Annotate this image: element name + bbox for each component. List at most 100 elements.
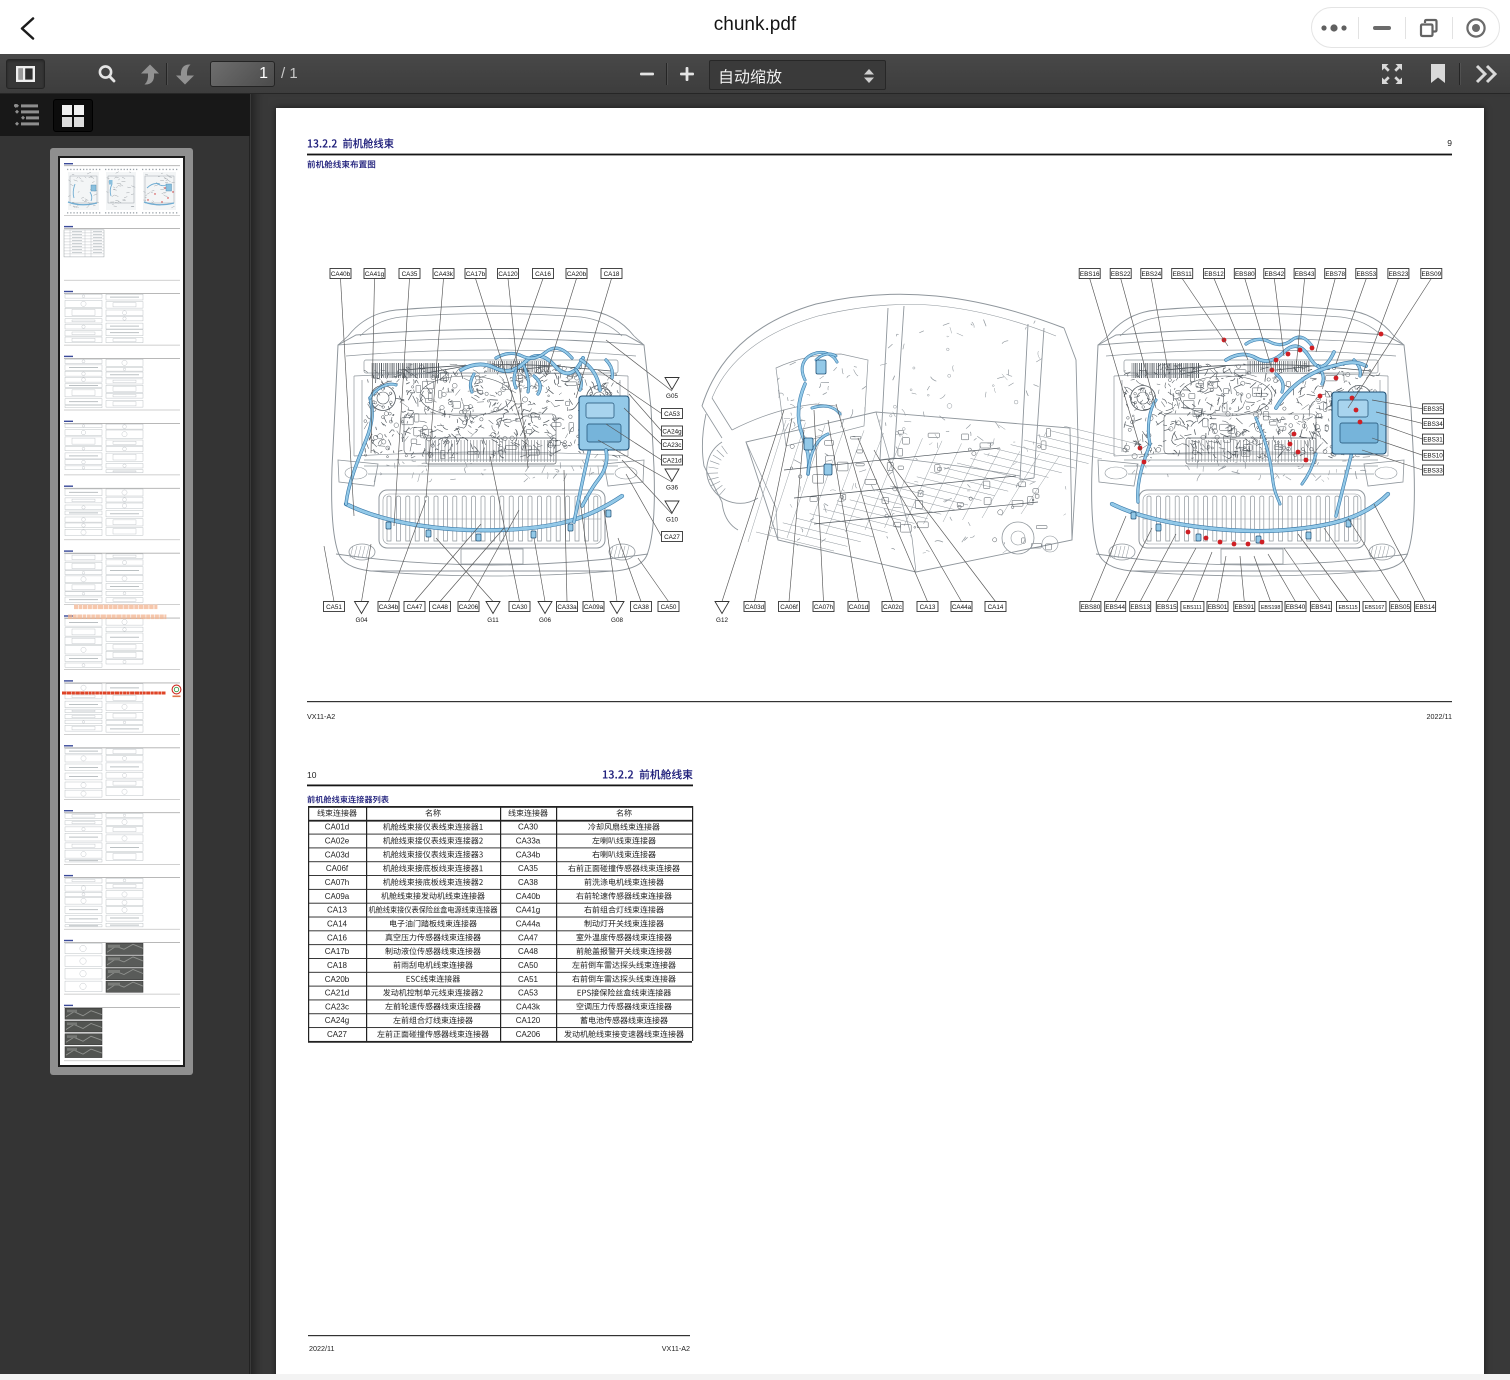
svg-text:CA38: CA38 [518, 878, 539, 887]
svg-text:EBS198: EBS198 [1261, 605, 1280, 611]
svg-text:CA40b: CA40b [516, 892, 541, 901]
svg-text:CA06f: CA06f [326, 864, 349, 873]
svg-text:CA23c: CA23c [663, 442, 682, 449]
svg-text:G04: G04 [356, 617, 368, 624]
svg-text:CA02e: CA02e [325, 837, 350, 846]
svg-text:CA13: CA13 [327, 906, 348, 915]
svg-text:CA13: CA13 [920, 604, 936, 611]
svg-text:CA120: CA120 [516, 1016, 541, 1025]
svg-text:CA47: CA47 [407, 604, 423, 611]
svg-text:CA21d: CA21d [662, 457, 682, 464]
svg-text:EBS11: EBS11 [1173, 271, 1193, 278]
svg-text:EBS91: EBS91 [1234, 604, 1254, 611]
svg-text:EBS01: EBS01 [1208, 604, 1228, 611]
svg-text:CA23c: CA23c [325, 1002, 349, 1011]
svg-text:EBS53: EBS53 [1356, 271, 1376, 278]
svg-text:CA16: CA16 [327, 933, 348, 942]
svg-text:CA34b: CA34b [516, 850, 541, 859]
svg-text:9: 9 [1447, 138, 1452, 148]
svg-text:CA30: CA30 [512, 604, 528, 611]
svg-text:CA48: CA48 [518, 947, 539, 956]
svg-text:EBS13: EBS13 [1130, 604, 1150, 611]
svg-text:CA44a: CA44a [952, 604, 972, 611]
svg-text:EBS78: EBS78 [1325, 271, 1345, 278]
svg-text:G08: G08 [611, 617, 623, 624]
svg-text:EBS80: EBS80 [1081, 604, 1101, 611]
svg-text:CA50: CA50 [661, 604, 677, 611]
svg-text:CA24g: CA24g [325, 1016, 349, 1025]
svg-text:EBS43: EBS43 [1295, 271, 1315, 278]
svg-text:CA53: CA53 [518, 989, 539, 998]
svg-text:G36: G36 [666, 485, 678, 492]
svg-text:CA21d: CA21d [325, 989, 349, 998]
svg-text:CA38: CA38 [633, 604, 649, 611]
svg-text:G12: G12 [716, 617, 728, 624]
svg-text:CA14: CA14 [327, 919, 348, 928]
svg-text:CA41g: CA41g [365, 271, 385, 278]
svg-text:EBS35: EBS35 [1423, 406, 1443, 413]
svg-text:EBS44: EBS44 [1105, 604, 1125, 611]
svg-text:CA01d: CA01d [325, 823, 349, 832]
svg-text:CA09a: CA09a [325, 892, 350, 901]
svg-text:CA03d: CA03d [325, 850, 349, 859]
svg-text:EBS24: EBS24 [1141, 271, 1161, 278]
svg-text:G06: G06 [539, 617, 551, 624]
svg-text:EBS14: EBS14 [1415, 604, 1435, 611]
svg-text:EBS23: EBS23 [1389, 271, 1409, 278]
svg-text:CA47: CA47 [518, 933, 539, 942]
svg-text:EBS167: EBS167 [1365, 605, 1384, 611]
svg-text:EBS40: EBS40 [1286, 604, 1306, 611]
svg-text:CA50: CA50 [518, 961, 539, 970]
svg-text:CA51: CA51 [518, 975, 539, 984]
svg-text:CA09a: CA09a [584, 604, 604, 611]
svg-text:CA17b: CA17b [325, 947, 350, 956]
svg-text:EBS15: EBS15 [1157, 604, 1177, 611]
svg-text:CA206: CA206 [516, 1030, 541, 1039]
svg-text:EBS09: EBS09 [1421, 271, 1441, 278]
svg-text:EBS42: EBS42 [1264, 271, 1284, 278]
svg-text:CA44a: CA44a [516, 919, 541, 928]
svg-text:CA34b: CA34b [379, 604, 399, 611]
svg-text:EBS115: EBS115 [1338, 605, 1357, 611]
svg-text:EBS33: EBS33 [1423, 467, 1443, 474]
svg-text:CA18: CA18 [604, 271, 620, 278]
svg-text:CA20b: CA20b [567, 271, 587, 278]
svg-text:CA43k: CA43k [516, 1002, 541, 1011]
svg-text:2022/11: 2022/11 [1427, 712, 1452, 721]
svg-text:CA40b: CA40b [331, 271, 351, 278]
svg-text:EBS05: EBS05 [1390, 604, 1410, 611]
svg-text:CA30: CA30 [518, 823, 539, 832]
svg-text:10: 10 [307, 770, 317, 780]
svg-text:CA48: CA48 [432, 604, 448, 611]
svg-text:CA03d: CA03d [745, 604, 765, 611]
svg-text:CA02c: CA02c [883, 604, 902, 611]
svg-text:EBS12: EBS12 [1204, 271, 1224, 278]
svg-text:CA35: CA35 [518, 864, 539, 873]
svg-text:CA33a: CA33a [516, 837, 541, 846]
svg-text:EBS16: EBS16 [1080, 271, 1100, 278]
svg-text:G05: G05 [666, 393, 678, 400]
svg-text:CA20b: CA20b [325, 975, 350, 984]
svg-text:CA206: CA206 [459, 604, 479, 611]
svg-text:EBS111: EBS111 [1183, 605, 1202, 611]
svg-text:CA17b: CA17b [466, 271, 486, 278]
svg-text:CA07h: CA07h [814, 604, 834, 611]
svg-text:CA06f: CA06f [780, 604, 798, 611]
svg-text:CA33a: CA33a [557, 604, 577, 611]
svg-text:CA27: CA27 [664, 534, 680, 541]
svg-text:G10: G10 [666, 517, 678, 524]
svg-text:VX11-A2: VX11-A2 [307, 712, 335, 721]
svg-text:EBS22: EBS22 [1111, 271, 1131, 278]
svg-text:G11: G11 [487, 617, 499, 624]
svg-text:VX11-A2: VX11-A2 [662, 1344, 690, 1353]
svg-text:EBS31: EBS31 [1423, 437, 1443, 444]
svg-text:2022/11: 2022/11 [309, 1344, 334, 1353]
svg-text:CA16: CA16 [535, 271, 551, 278]
svg-text:CA120: CA120 [498, 271, 518, 278]
svg-text:CA43k: CA43k [434, 271, 454, 278]
svg-text:CA18: CA18 [327, 961, 348, 970]
svg-text:EBS80: EBS80 [1235, 271, 1255, 278]
svg-text:CA01d: CA01d [849, 604, 869, 611]
svg-text:EBS34: EBS34 [1423, 421, 1443, 428]
svg-text:CA14: CA14 [988, 604, 1004, 611]
